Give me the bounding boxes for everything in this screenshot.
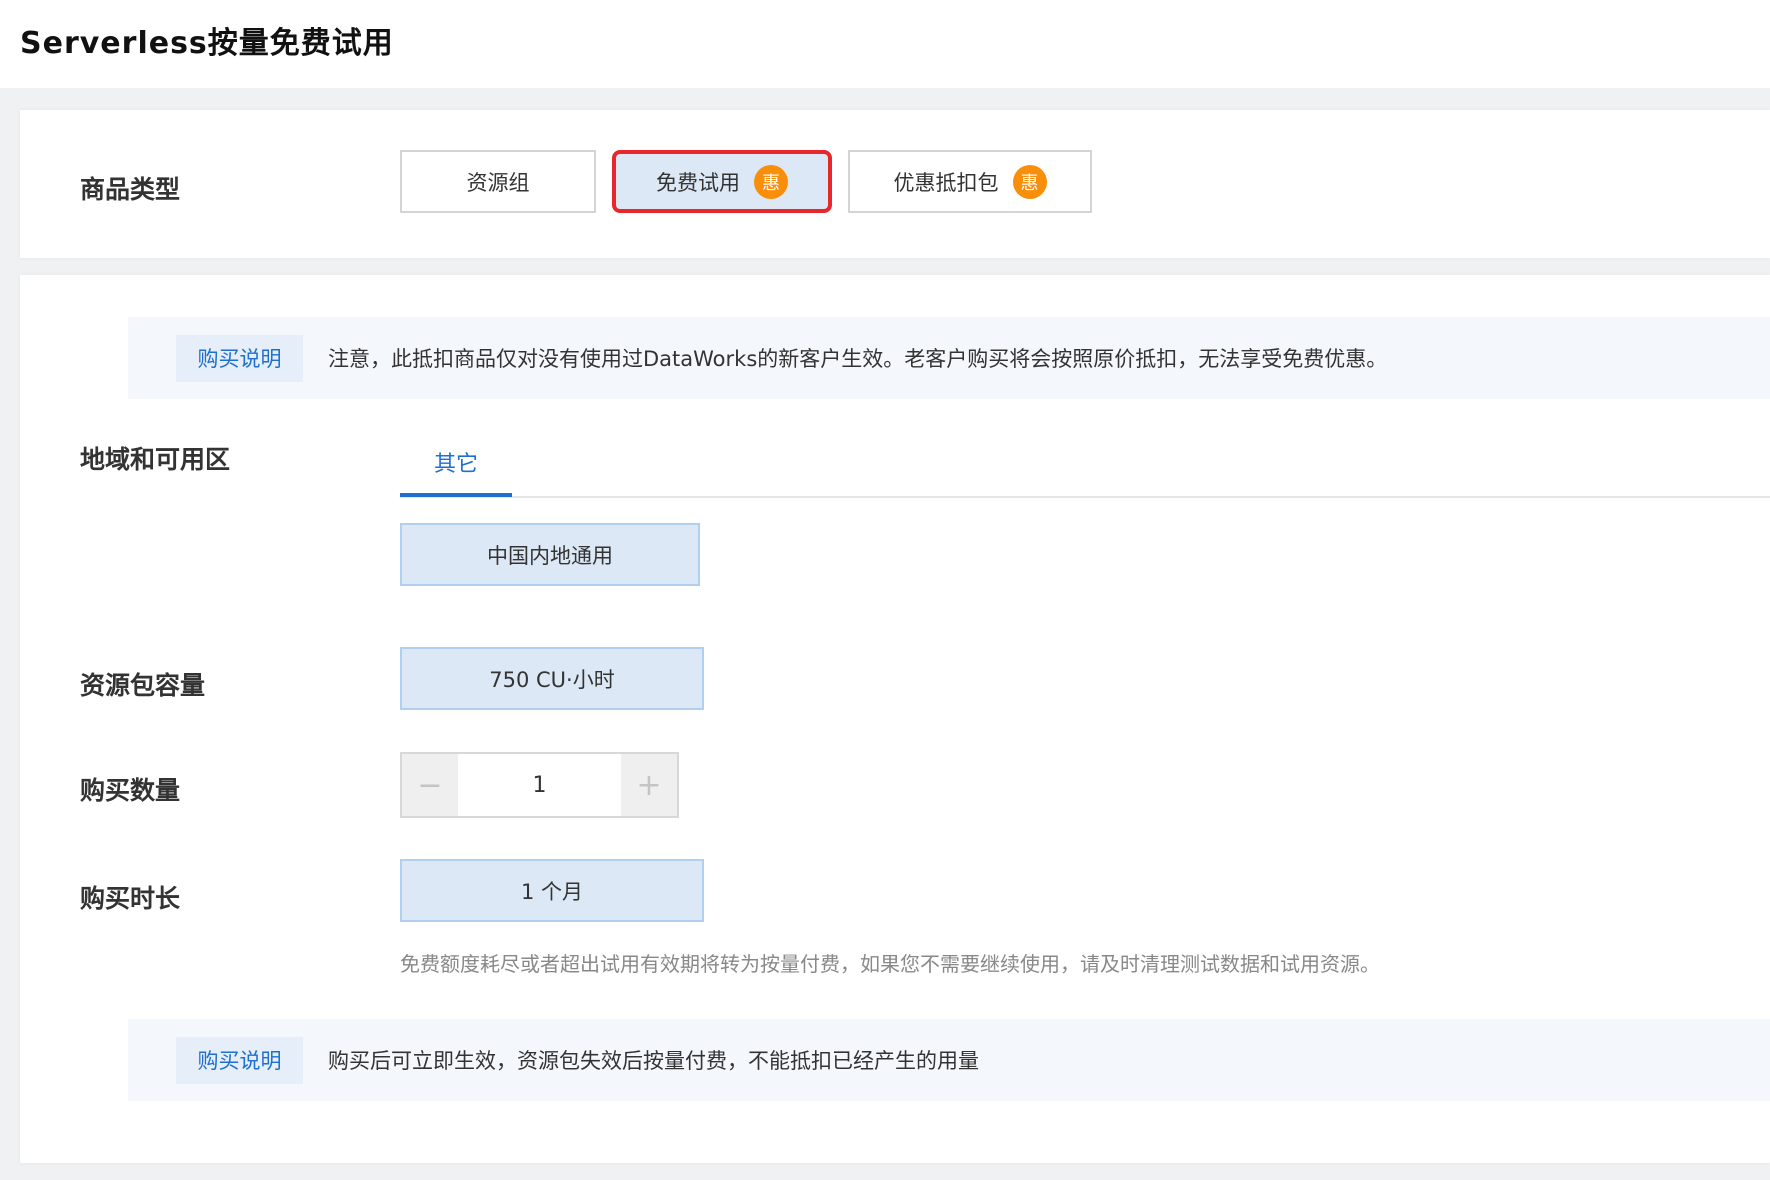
purchase-notice: 购买说明 注意，此抵扣商品仅对没有使用过DataWorks的新客户生效。老客户购… bbox=[128, 317, 1770, 399]
quantity-input[interactable]: 1 bbox=[458, 754, 621, 816]
tab-divider bbox=[400, 496, 1770, 498]
duration-option[interactable]: 1 个月 bbox=[400, 859, 704, 922]
quantity-stepper: − 1 + bbox=[400, 752, 679, 818]
option-label: 优惠抵扣包 bbox=[893, 170, 999, 195]
notice-text: 注意，此抵扣商品仅对没有使用过DataWorks的新客户生效。老客户购买将会按照… bbox=[328, 347, 1388, 371]
option-free-trial[interactable]: 免费试用惠 bbox=[612, 150, 832, 213]
page-header: Serverless按量免费试用 bbox=[0, 0, 1770, 88]
duration-hint: 免费额度耗尽或者超出试用有效期将转为按量付费，如果您不需要继续使用，请及时清理测… bbox=[400, 952, 1380, 976]
option-discount-package[interactable]: 优惠抵扣包惠 bbox=[848, 150, 1092, 213]
increment-button[interactable]: + bbox=[621, 754, 677, 816]
discount-badge-icon: 惠 bbox=[754, 164, 788, 199]
duration-label: 购买时长 bbox=[80, 884, 181, 913]
purchase-notice-2: 购买说明 购买后可立即生效，资源包失效后按量付费，不能抵扣已经产生的用量 bbox=[128, 1019, 1770, 1101]
notice-text: 购买后可立即生效，资源包失效后按量付费，不能抵扣已经产生的用量 bbox=[328, 1049, 979, 1073]
page-title: Serverless按量免费试用 bbox=[20, 26, 394, 61]
capacity-option[interactable]: 750 CU·小时 bbox=[400, 647, 704, 710]
region-label: 地域和可用区 bbox=[80, 445, 231, 474]
notice-tag: 购买说明 bbox=[176, 334, 303, 382]
tab-other[interactable]: 其它 bbox=[400, 430, 512, 497]
decrement-button[interactable]: − bbox=[402, 754, 458, 816]
quantity-label: 购买数量 bbox=[80, 776, 181, 805]
capacity-label: 资源包容量 bbox=[80, 671, 206, 700]
option-label: 资源组 bbox=[466, 170, 530, 195]
notice-tag: 购买说明 bbox=[176, 1036, 303, 1084]
product-type-label: 商品类型 bbox=[80, 175, 181, 204]
option-label: 免费试用 bbox=[656, 170, 740, 195]
region-option-mainland[interactable]: 中国内地通用 bbox=[400, 523, 700, 586]
discount-badge-icon: 惠 bbox=[1012, 164, 1047, 199]
option-resource-group[interactable]: 资源组 bbox=[400, 150, 596, 213]
